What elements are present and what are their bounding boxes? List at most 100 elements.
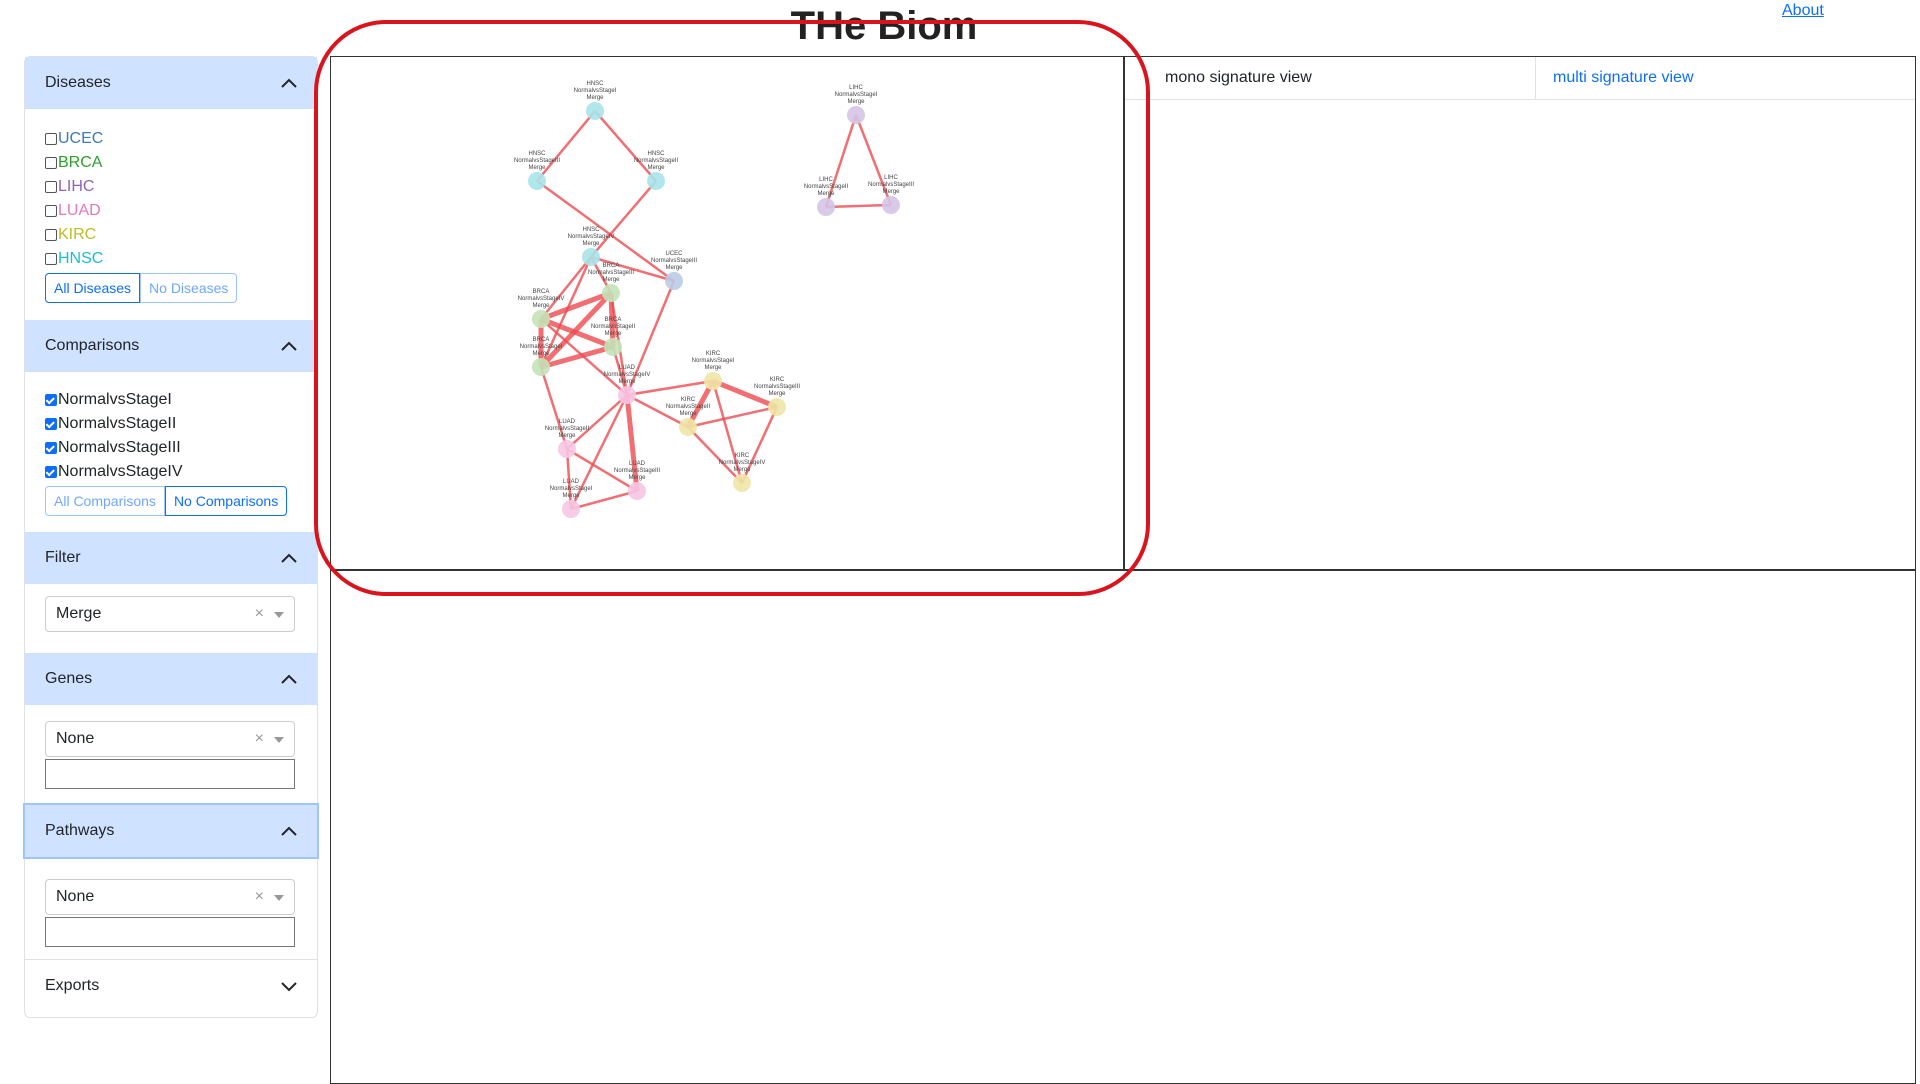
exports-title: Exports — [45, 977, 100, 994]
node-circle[interactable] — [582, 248, 600, 266]
network-node[interactable]: LUADNormalvsStageIIMerge — [545, 419, 590, 458]
node-circle[interactable] — [733, 474, 751, 492]
checkbox[interactable] — [45, 133, 57, 145]
pathways-select[interactable]: None × — [45, 879, 295, 915]
node-circle[interactable] — [602, 284, 620, 302]
network-edge[interactable] — [570, 489, 638, 511]
filter-header[interactable]: Filter — [25, 532, 317, 584]
network-node[interactable]: HNSCNormalvsStageIIIMerge — [514, 151, 560, 190]
node-label: BRCA — [533, 289, 550, 295]
node-circle[interactable] — [618, 386, 636, 404]
comparison-item[interactable]: NormalvsStageIV — [45, 460, 299, 484]
node-circle[interactable] — [528, 172, 546, 190]
node-circle[interactable] — [628, 482, 646, 500]
disease-item-kirc[interactable]: KIRC — [45, 223, 299, 247]
genes-text-input[interactable] — [45, 759, 295, 789]
checkbox[interactable] — [45, 253, 57, 265]
network-node[interactable]: LUADNormalvsStageIMerge — [550, 479, 593, 518]
network-graph-pane[interactable]: HNSC NormalvsStageI Merge HNSC NormalvsStage… — [330, 56, 1124, 570]
checkbox[interactable] — [45, 181, 57, 193]
network-node[interactable]: LIHCNormalvsStageIIMerge — [804, 177, 849, 216]
node-label: Merge — [532, 351, 550, 357]
node-circle[interactable] — [882, 196, 900, 214]
network-node[interactable]: BRCANormalvsStageIVMerge — [518, 289, 565, 328]
checkbox[interactable] — [45, 394, 57, 406]
node-label: BRCA — [533, 337, 550, 343]
network-edge[interactable] — [566, 394, 628, 450]
exports-header[interactable]: Exports — [25, 960, 317, 1012]
node-circle[interactable] — [679, 418, 697, 436]
clear-icon[interactable]: × — [255, 605, 264, 623]
caret-down-icon[interactable] — [274, 612, 284, 618]
tab-multi-signature-view[interactable]: multi signature view — [1535, 57, 1915, 99]
disease-item-hnsc[interactable]: HNSC — [45, 247, 299, 271]
all-comparisons-button[interactable]: All Comparisons — [45, 486, 165, 516]
node-circle[interactable] — [647, 172, 665, 190]
clear-icon[interactable]: × — [255, 888, 264, 906]
disease-item-lihc[interactable]: LIHC — [45, 175, 299, 199]
checkbox[interactable] — [45, 466, 57, 478]
no-comparisons-button[interactable]: No Comparisons — [164, 486, 288, 516]
network-node[interactable]: LIHCNormalvsStageIIIMerge — [868, 175, 914, 214]
network-node[interactable]: LUADNormalvsStageIVMerge — [604, 365, 651, 404]
diseases-header[interactable]: Diseases — [25, 57, 317, 109]
no-diseases-button[interactable]: No Diseases — [140, 273, 238, 303]
comparison-item[interactable]: NormalvsStageII — [45, 412, 299, 436]
caret-down-icon[interactable] — [274, 895, 284, 901]
network-node[interactable]: BRCANormalvsStageIIIMerge — [588, 263, 634, 302]
node-label: Merge — [558, 433, 576, 439]
all-diseases-button[interactable]: All Diseases — [45, 273, 141, 303]
network-node[interactable]: HNSCNormalvsStageIMerge — [574, 81, 617, 120]
network-node[interactable]: HNSCNormalvsStageIIMerge — [634, 151, 679, 190]
node-circle[interactable] — [558, 440, 576, 458]
checkbox[interactable] — [45, 205, 57, 217]
node-circle[interactable] — [586, 102, 604, 120]
network-node[interactable]: KIRCNormalvsStageIVMerge — [719, 453, 766, 492]
sidebar: Diseases UCEC BRCA LIHC LUAD KIRC HNSC A… — [23, 56, 319, 1018]
node-label: Merge — [562, 493, 580, 499]
tab-mono-signature-view[interactable]: mono signature view — [1125, 57, 1535, 99]
comparison-item[interactable]: NormalvsStageIII — [45, 436, 299, 460]
node-circle[interactable] — [604, 338, 622, 356]
genes-header[interactable]: Genes — [25, 653, 317, 705]
node-circle[interactable] — [847, 106, 865, 124]
checkbox[interactable] — [45, 418, 57, 430]
checkbox[interactable] — [45, 229, 57, 241]
genes-body: None × — [45, 721, 299, 789]
network-edge[interactable] — [687, 405, 778, 429]
network-edge[interactable] — [626, 379, 714, 397]
network-edge[interactable] — [825, 203, 892, 209]
node-circle[interactable] — [562, 500, 580, 518]
comparison-item[interactable]: NormalvsStageI — [45, 388, 299, 412]
pathways-header[interactable]: Pathways — [23, 803, 319, 859]
app-title: THe Biom — [790, 4, 978, 48]
filter-select[interactable]: Merge × — [45, 596, 295, 632]
node-circle[interactable] — [532, 310, 550, 328]
node-label: NormalvsStageI — [550, 486, 593, 492]
clear-icon[interactable]: × — [255, 730, 264, 748]
network-edge[interactable] — [536, 110, 596, 182]
checkbox[interactable] — [45, 157, 57, 169]
pathways-body: None × — [45, 879, 299, 947]
about-link[interactable]: About — [1782, 2, 1824, 20]
node-label: BRCA — [605, 317, 622, 323]
node-circle[interactable] — [817, 198, 835, 216]
node-circle[interactable] — [532, 358, 550, 376]
node-circle[interactable] — [704, 372, 722, 390]
node-label: LUAD — [559, 419, 576, 425]
genes-select[interactable]: None × — [45, 721, 295, 757]
caret-down-icon[interactable] — [274, 737, 284, 743]
network-node[interactable]: LIHCNormalvsStageIMerge — [835, 85, 878, 124]
node-label: NormalvsStageIII — [868, 182, 914, 188]
pathways-text-input[interactable] — [45, 917, 295, 947]
disease-item-brca[interactable]: BRCA — [45, 151, 299, 175]
disease-item-ucec[interactable]: UCEC — [45, 127, 299, 151]
node-circle[interactable] — [768, 398, 786, 416]
disease-item-luad[interactable]: LUAD — [45, 199, 299, 223]
network-node[interactable]: BRCANormalvsStageIMerge — [520, 337, 563, 376]
network-graph[interactable]: HNSCNormalvsStageIMerge HNSCNormalvsStage… — [331, 57, 1123, 569]
node-circle[interactable] — [665, 272, 683, 290]
comparisons-header[interactable]: Comparisons — [25, 320, 317, 372]
checkbox[interactable] — [45, 442, 57, 454]
node-label: Merge — [628, 475, 646, 481]
